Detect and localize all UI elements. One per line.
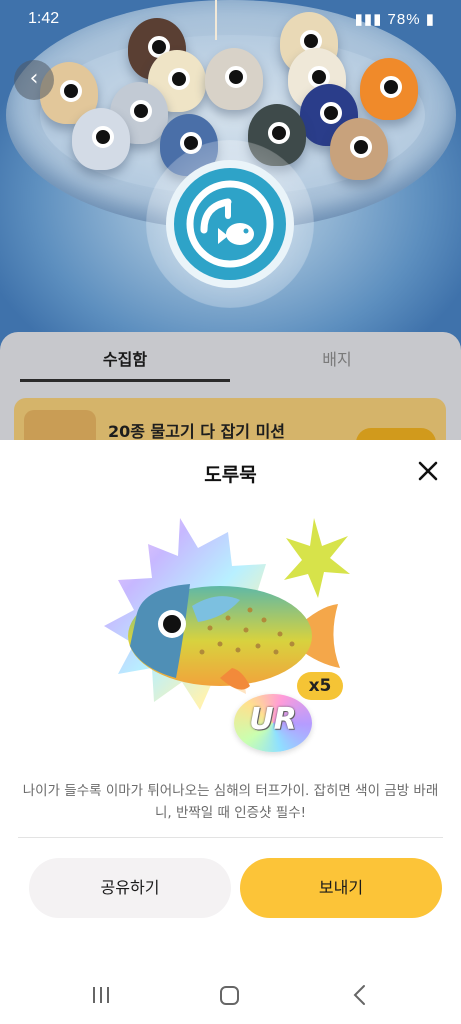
battery-level: 78% [387, 11, 421, 28]
share-button[interactable]: 공유하기 [29, 858, 231, 918]
chevron-left-icon: ‹ [29, 66, 39, 91]
divider [18, 837, 443, 838]
recents-icon[interactable] [92, 986, 110, 1004]
status-time: 1:42 [28, 10, 60, 27]
fishing-emblem [166, 160, 294, 288]
battery-icon: ▮ [420, 11, 435, 28]
nav-back-icon[interactable] [352, 984, 368, 1006]
mission-title: 20종 물고기 다 잡기 미션 [108, 422, 286, 440]
sheet-title: 도루묵 [204, 464, 257, 486]
fish-detail-sheet: 도루묵 x5 UR 나이가 들수록 이마가 튀어나오는 심해의 터프가이. 잡히… [0, 440, 461, 1024]
back-button[interactable]: ‹ [14, 60, 54, 100]
status-icons: ▮▮▮ 78% ▮ [355, 10, 435, 28]
count-badge: x5 [297, 672, 343, 700]
mission-button[interactable] [356, 428, 436, 440]
tab-badge[interactable]: 배지 [232, 346, 442, 370]
pond-fish [205, 48, 263, 110]
send-button[interactable]: 보내기 [240, 858, 442, 918]
tab-active-indicator [20, 379, 230, 382]
pond-fish [360, 58, 418, 120]
close-icon[interactable] [417, 460, 439, 482]
pond-fish [72, 108, 130, 170]
mission-thumbnail [24, 410, 96, 440]
tab-collection[interactable]: 수집함 [20, 346, 230, 370]
signal-icon: ▮▮▮ [354, 11, 388, 28]
home-icon[interactable] [220, 986, 239, 1005]
fish-description: 나이가 들수록 이마가 튀어나오는 심해의 터프가이. 잡히면 색이 금방 바래… [22, 783, 439, 821]
pond-fish [330, 118, 388, 180]
system-nav-bar [0, 980, 461, 1024]
rarity-badge: UR [234, 694, 312, 752]
rarity-label: UR [249, 702, 297, 737]
status-bar: 1:42 ▮▮▮ 78% ▮ [0, 0, 461, 38]
mission-card[interactable]: 20종 물고기 다 잡기 미션 [14, 398, 446, 440]
collection-panel: 수집함 배지 20종 물고기 다 잡기 미션 [0, 332, 461, 440]
fishing-hook-fish-icon [186, 180, 274, 268]
sparkle-star [284, 518, 350, 598]
fish-pupil [163, 615, 181, 633]
game-scene: 1:42 ▮▮▮ 78% ▮ ‹ 수집함 배지 20종 물고기 다 잡기 미션 [0, 0, 461, 440]
fish-illustration [104, 518, 350, 710]
